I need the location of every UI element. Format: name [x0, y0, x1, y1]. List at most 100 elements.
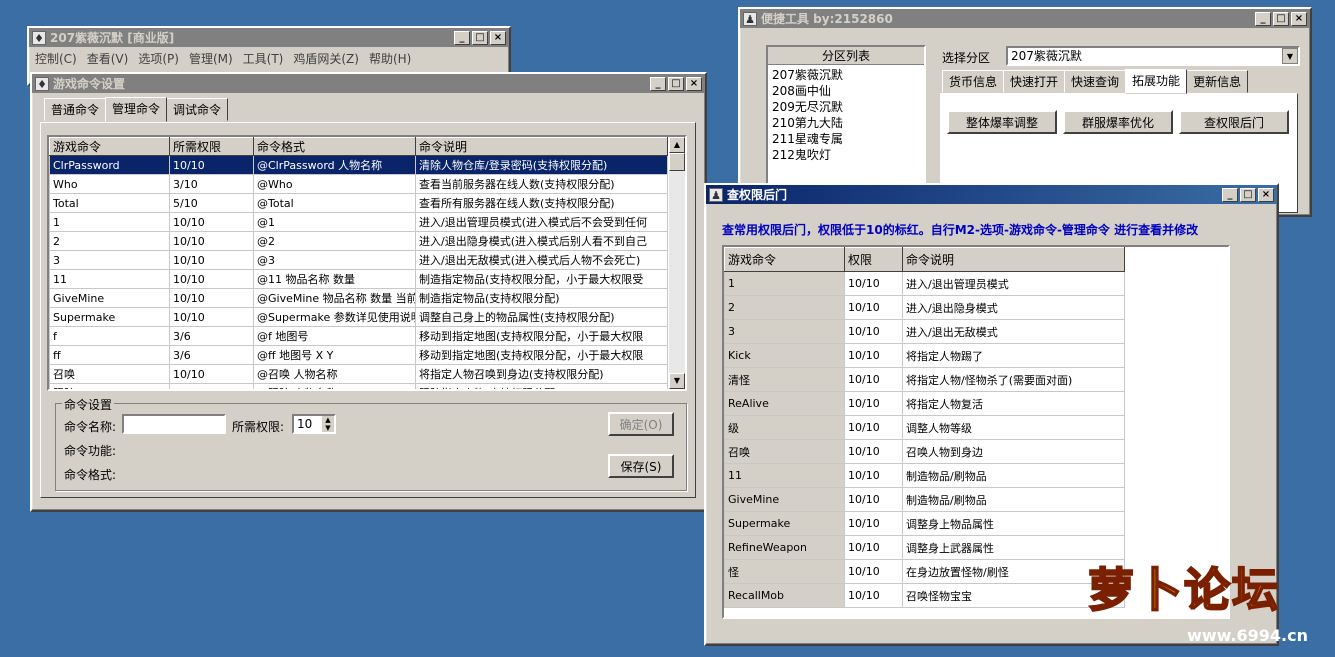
table-row[interactable]: 召唤 10/10 @召唤 人物名称 将指定人物召唤到身边(支持权限分配) — [49, 364, 668, 384]
tool-tab[interactable]: 货币信息 — [942, 70, 1005, 93]
table-row[interactable]: RecallMob 10/10 召唤怪物宝宝 — [724, 583, 1125, 608]
command-settings-titlebar[interactable]: ♦ 游戏命令设置 _ □ × — [32, 74, 705, 93]
table-row[interactable]: 1 10/10 @1 进入/退出管理员模式(进入模式后不会受到任何 — [49, 212, 668, 232]
table-row[interactable]: ClrPassword 10/10 @ClrPassword 人物名称 清除人物仓库/… — [49, 155, 668, 175]
table-row[interactable]: 2 10/10 进入/退出隐身模式 — [724, 295, 1125, 320]
server-list-item[interactable]: 208画中仙 — [772, 83, 920, 99]
server-list-item[interactable]: 209无尽沉默 — [772, 99, 920, 115]
table-cell: 将指定人物召唤到身边(支持权限分配) — [415, 364, 668, 384]
table-cell: 1 — [49, 212, 170, 232]
table-row[interactable]: ff 3/6 @ff 地图号 X Y 移动到指定地图(支持权限分配，小于最大权限 — [49, 345, 668, 365]
table-row[interactable]: 级 10/10 调整人物等级 — [724, 415, 1125, 440]
command-name-input[interactable] — [122, 414, 226, 434]
close-button[interactable]: × — [1258, 187, 1274, 202]
table-row[interactable]: 1 10/10 进入/退出管理员模式 — [724, 271, 1125, 296]
tool-titlebar[interactable]: ♟ 便捷工具 by:2152860 _ □ × — [740, 9, 1310, 28]
menu-item[interactable]: 鸡盾网关(Z) — [293, 50, 359, 67]
required-permission-spinner[interactable]: 10 ▲ ▼ — [292, 414, 336, 434]
close-button[interactable]: × — [1291, 11, 1307, 26]
maximize-button[interactable]: □ — [472, 30, 488, 45]
tool-action-button[interactable]: 整体爆率调整 — [947, 110, 1057, 134]
menu-item[interactable]: 工具(T) — [243, 50, 284, 67]
table-row[interactable]: f 3/6 @f 地图号 移动到指定地图(支持权限分配，小于最大权限 — [49, 326, 668, 346]
column-header[interactable]: 命令格式 — [253, 137, 416, 156]
minimize-button[interactable]: _ — [454, 30, 470, 45]
menu-item[interactable]: 选项(P) — [138, 50, 179, 67]
table-cell: 2 — [724, 295, 845, 320]
tool-tab[interactable]: 更新信息 — [1186, 70, 1249, 93]
permission-check-titlebar[interactable]: ♟ 查权限后门 _ □ × — [706, 185, 1277, 204]
table-cell: 将指定人物/怪物杀了(需要面对面) — [902, 367, 1125, 392]
select-server-dropdown[interactable]: 207紫薇沉默 ▼ — [1006, 46, 1300, 66]
watermark-url: www.6994.cn — [1187, 626, 1308, 645]
table-cell: 10/10 — [169, 231, 254, 251]
table-row[interactable]: Supermake 10/10 调整身上物品属性 — [724, 511, 1125, 536]
tool-action-button[interactable]: 查权限后门 — [1179, 110, 1289, 134]
table-row[interactable]: Supermake 10/10 @Supermake 参数详见使用说明 调整自己身上的… — [49, 307, 668, 327]
tool-action-button[interactable]: 群服爆率优化 — [1063, 110, 1173, 134]
table-cell: 移动到指定地图(支持权限分配，小于最大权限 — [415, 345, 668, 365]
menu-item[interactable]: 查看(V) — [87, 50, 129, 67]
server-list-item[interactable]: 212鬼吹灯 — [772, 147, 920, 163]
server-list-item[interactable]: 207紫薇沉默 — [772, 67, 920, 83]
spin-icon[interactable]: ▲ ▼ — [322, 416, 334, 432]
table-row[interactable]: 11 10/10 @11 物品名称 数量 制造指定物品(支持权限分配，小于最大权限受 — [49, 269, 668, 289]
close-button[interactable]: × — [686, 76, 702, 91]
table-row[interactable]: Total 5/10 @Total 查看所有服务器在线人数(支持权限分配) — [49, 193, 668, 213]
scroll-thumb[interactable] — [669, 153, 685, 171]
table-row[interactable]: 2 10/10 @2 进入/退出隐身模式(进入模式后别人看不到自己 — [49, 231, 668, 251]
server-list[interactable]: 分区列表 207紫薇沉默 208画中仙 209无尽沉默 210第九大陆 211星魂专属 2… — [766, 45, 926, 205]
column-header[interactable]: 权限 — [844, 247, 903, 272]
table-row[interactable]: 11 10/10 制造物品/刷物品 — [724, 463, 1125, 488]
server-list-item[interactable]: 211星魂专属 — [772, 131, 920, 147]
maximize-button[interactable]: □ — [1273, 11, 1289, 26]
menu-item[interactable]: 帮助(H) — [369, 50, 411, 67]
table-row[interactable]: 召唤 10/10 召唤人物到身边 — [724, 439, 1125, 464]
server-main-titlebar[interactable]: ♦ 207紫薇沉默 [商业版] _ □ × — [29, 28, 509, 47]
column-header[interactable]: 命令说明 — [415, 137, 668, 156]
menu-item[interactable]: 控制(C) — [35, 50, 77, 67]
column-header[interactable]: 命令说明 — [902, 247, 1125, 272]
table-row[interactable]: GiveMine 10/10 制造物品/刷物品 — [724, 487, 1125, 512]
tab-debug-commands[interactable]: 调试命令 — [166, 98, 229, 121]
table-row[interactable]: 3 10/10 @3 进入/退出无敌模式(进入模式后人物不会死亡) — [49, 250, 668, 270]
column-header[interactable]: 游戏命令 — [49, 137, 170, 156]
close-button[interactable]: × — [490, 30, 506, 45]
server-list-item[interactable]: 210第九大陆 — [772, 115, 920, 131]
minimize-button[interactable]: _ — [1255, 11, 1271, 26]
scroll-down-icon[interactable]: ▼ — [669, 373, 685, 389]
tab-admin-commands[interactable]: 管理命令 — [105, 97, 168, 122]
table-row[interactable]: 清怪 10/10 将指定人物/怪物杀了(需要面对面) — [724, 367, 1125, 392]
maximize-button[interactable]: □ — [668, 76, 684, 91]
column-header[interactable]: 所需权限 — [169, 137, 254, 156]
table-row[interactable]: 跟踪10/10@跟踪 人物名称跟踪指定人物(支持权限分配) — [49, 383, 668, 389]
table-cell: Who — [49, 174, 170, 194]
chevron-down-icon[interactable]: ▼ — [1282, 48, 1298, 64]
scroll-up-icon[interactable]: ▲ — [669, 137, 685, 153]
table-row[interactable]: RefineWeapon 10/10 调整身上武器属性 — [724, 535, 1125, 560]
minimize-button[interactable]: _ — [650, 76, 666, 91]
ok-button[interactable]: 确定(O) — [608, 412, 674, 436]
table-row[interactable]: 3 10/10 进入/退出无敌模式 — [724, 319, 1125, 344]
tool-tab[interactable]: 快速查询 — [1064, 70, 1127, 93]
table-cell: @1 — [253, 212, 416, 232]
table-cell: @Total — [253, 193, 416, 213]
table-cell: 10/10 — [844, 583, 903, 608]
minimize-button[interactable]: _ — [1222, 187, 1238, 202]
menu-item[interactable]: 管理(M) — [189, 50, 233, 67]
table-row[interactable]: GiveMine 10/10 @GiveMine 物品名称 数量 当前 制造指定物品(… — [49, 288, 668, 308]
table-row[interactable]: Who 3/10 @Who 查看当前服务器在线人数(支持权限分配) — [49, 174, 668, 194]
tool-tab[interactable]: 拓展功能 — [1125, 69, 1188, 94]
save-button[interactable]: 保存(S) — [608, 454, 674, 478]
tab-normal-commands[interactable]: 普通命令 — [44, 98, 107, 121]
command-table-scrollbar[interactable]: ▲ ▼ — [669, 137, 685, 389]
maximize-button[interactable]: □ — [1240, 187, 1256, 202]
table-row[interactable]: ReAlive 10/10 将指定人物复活 — [724, 391, 1125, 416]
permission-notice: 查常用权限后门，权限低于10的标红。自行M2-选项-游戏命令-管理命令 进行查看… — [722, 223, 1199, 237]
tool-tab[interactable]: 快速打开 — [1003, 70, 1066, 93]
table-row[interactable]: 怪 10/10 在身边放置怪物/刷怪 — [724, 559, 1125, 584]
command-tab-panel: 游戏命令 所需权限 命令格式 命令说明 ClrPassword 10/10 @ClrPas… — [40, 122, 696, 498]
column-header[interactable]: 游戏命令 — [724, 247, 845, 272]
table-cell: 2 — [49, 231, 170, 251]
table-row[interactable]: Kick 10/10 将指定人物踢了 — [724, 343, 1125, 368]
